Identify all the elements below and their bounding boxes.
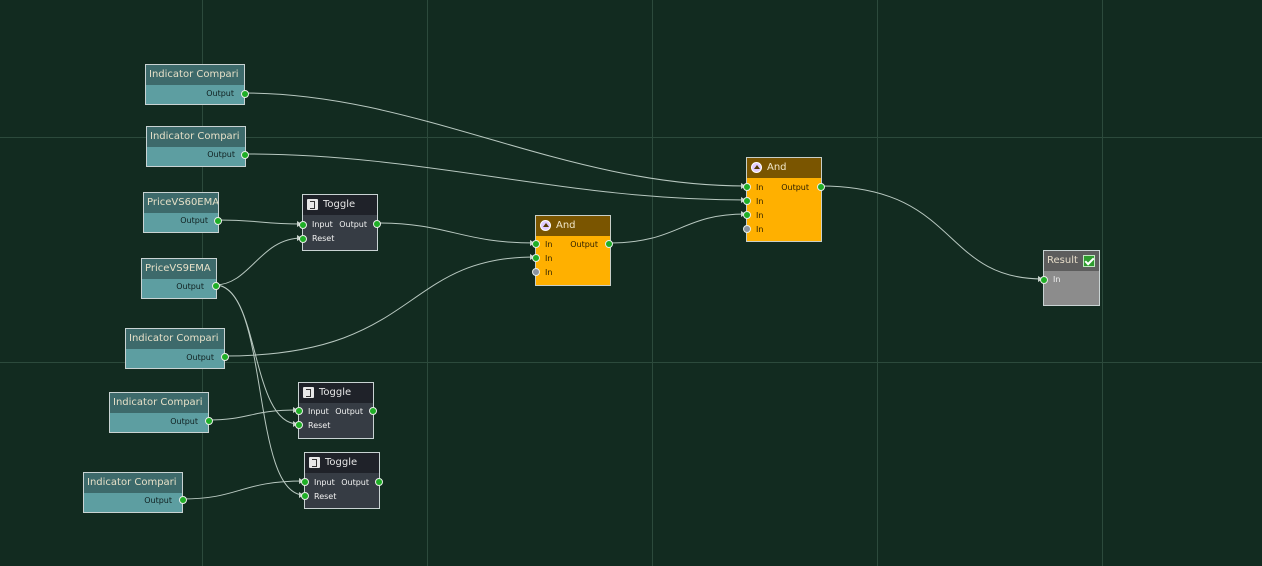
- output-port[interactable]: [179, 496, 187, 504]
- output-label: Output: [206, 89, 234, 98]
- in-label: In: [1053, 275, 1061, 284]
- output-port[interactable]: [212, 282, 220, 290]
- check-icon: [1083, 255, 1095, 267]
- output-label: Output: [341, 478, 369, 487]
- and-node-1[interactable]: And In Output In In: [532, 215, 613, 286]
- node-title: Indicator Compari: [84, 473, 182, 493]
- output-port[interactable]: [205, 417, 213, 425]
- and-icon: [540, 220, 551, 231]
- input-port[interactable]: [299, 221, 307, 229]
- output-label: Output: [180, 216, 208, 225]
- in-label-2: In: [756, 197, 764, 206]
- output-port[interactable]: [605, 240, 613, 248]
- in-label-3: In: [545, 268, 553, 277]
- in-label-3: In: [756, 211, 764, 220]
- node-title: Indicator Compari: [110, 393, 208, 413]
- input-port[interactable]: [301, 478, 309, 486]
- output-port[interactable]: [241, 151, 249, 159]
- output-port[interactable]: [373, 220, 381, 228]
- output-port[interactable]: [375, 478, 383, 486]
- reset-label: Reset: [314, 492, 337, 501]
- output-label: Output: [170, 417, 198, 426]
- in-port-3[interactable]: [532, 268, 540, 276]
- toggle-node-3[interactable]: Toggle Input Output Reset: [301, 452, 383, 509]
- in-port-1[interactable]: [743, 183, 751, 191]
- output-label: Output: [339, 220, 367, 229]
- output-label: Output: [176, 282, 204, 291]
- input-label: Input: [312, 220, 333, 229]
- output-label: Output: [570, 240, 598, 249]
- output-port[interactable]: [817, 183, 825, 191]
- output-label: Output: [781, 183, 809, 192]
- node-title: PriceVS9EMA: [142, 259, 216, 279]
- output-port[interactable]: [221, 353, 229, 361]
- node-title: Indicator Compari: [146, 65, 244, 85]
- indicator-comparison-node-4[interactable]: Indicator Compari Output: [109, 392, 213, 433]
- indicator-comparison-node-5[interactable]: Indicator Compari Output: [83, 472, 187, 513]
- in-port[interactable]: [1040, 276, 1048, 284]
- toggle-icon: [309, 457, 320, 468]
- output-label: Output: [207, 150, 235, 159]
- in-label-2: In: [545, 254, 553, 263]
- output-port[interactable]: [369, 407, 377, 415]
- reset-label: Reset: [312, 234, 335, 243]
- toggle-icon: [307, 199, 318, 210]
- node-title: Indicator Compari: [147, 127, 245, 147]
- price-vs-9ema-node[interactable]: PriceVS9EMA Output: [141, 258, 220, 299]
- in-port-2[interactable]: [743, 197, 751, 205]
- output-port[interactable]: [214, 217, 222, 225]
- indicator-comparison-node-3[interactable]: Indicator Compari Output: [125, 328, 229, 369]
- reset-label: Reset: [308, 421, 331, 430]
- in-port-1[interactable]: [532, 240, 540, 248]
- in-label-1: In: [756, 183, 764, 192]
- output-label: Output: [186, 353, 214, 362]
- and-node-2[interactable]: And In Output In In In: [743, 157, 825, 242]
- reset-port[interactable]: [295, 421, 303, 429]
- indicator-comparison-node-2[interactable]: Indicator Compari Output: [146, 126, 249, 167]
- node-title: PriceVS60EMA: [144, 193, 218, 213]
- result-node[interactable]: Result In: [1040, 250, 1100, 306]
- input-label: Input: [314, 478, 335, 487]
- in-port-3[interactable]: [743, 211, 751, 219]
- output-port[interactable]: [241, 90, 249, 98]
- in-port-4[interactable]: [743, 225, 751, 233]
- in-label-1: In: [545, 240, 553, 249]
- toggle-node-1[interactable]: Toggle Input Output Reset: [299, 194, 381, 251]
- input-label: Input: [308, 407, 329, 416]
- in-label-4: In: [756, 225, 764, 234]
- input-port[interactable]: [295, 407, 303, 415]
- output-label: Output: [335, 407, 363, 416]
- reset-port[interactable]: [301, 492, 309, 500]
- in-port-2[interactable]: [532, 254, 540, 262]
- toggle-icon: [303, 387, 314, 398]
- node-title: Indicator Compari: [126, 329, 224, 349]
- price-vs-60ema-node[interactable]: PriceVS60EMA Output: [143, 192, 222, 233]
- indicator-comparison-node-1[interactable]: Indicator Compari Output: [145, 64, 249, 105]
- and-icon: [751, 162, 762, 173]
- reset-port[interactable]: [299, 235, 307, 243]
- output-label: Output: [144, 496, 172, 505]
- toggle-node-2[interactable]: Toggle Input Output Reset: [295, 382, 377, 439]
